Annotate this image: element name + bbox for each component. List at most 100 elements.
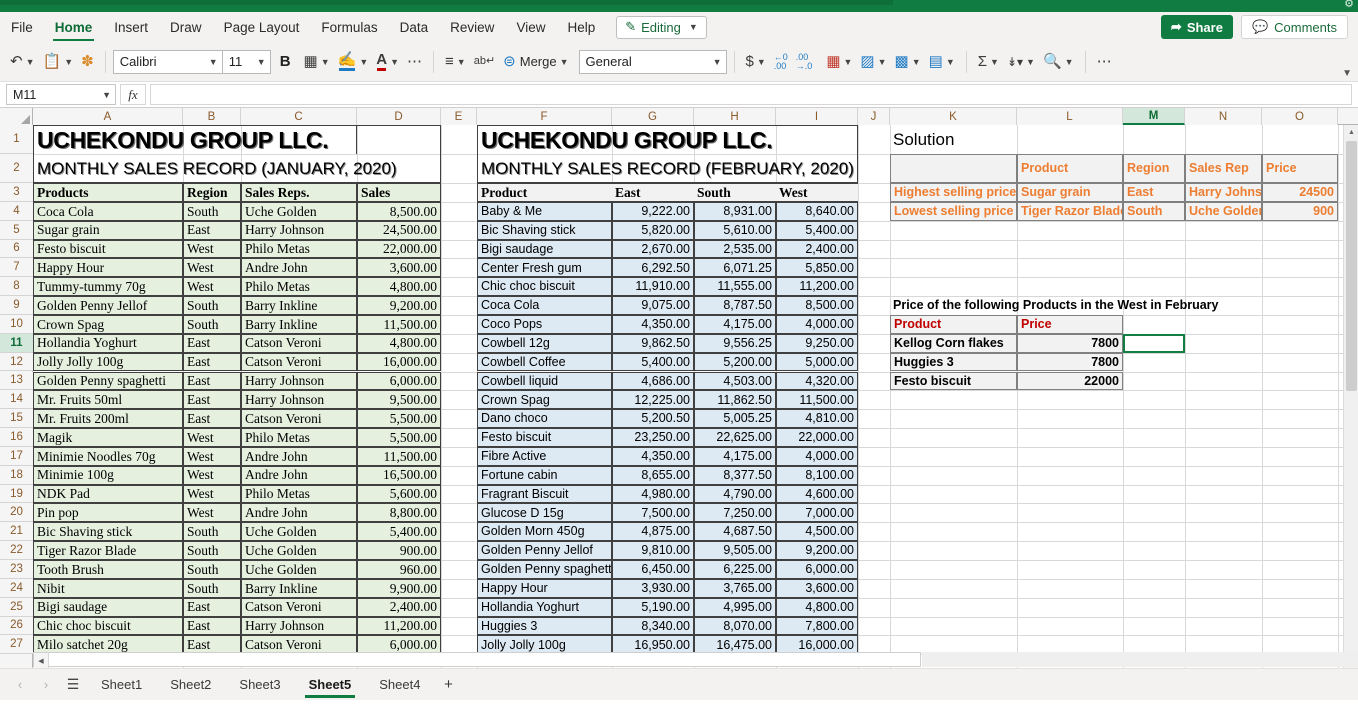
january-cell-r10-cD[interactable]: 11,500.00: [357, 315, 441, 334]
solution-cell-r3-cN[interactable]: Harry Johnson: [1185, 183, 1262, 202]
february-subtitle[interactable]: MONTHLY SALES RECORD (FEBRUARY, 2020): [477, 154, 858, 183]
january-cell-r26-cB[interactable]: East: [183, 617, 241, 636]
february-cell-r6-cF[interactable]: Bigi saudage: [477, 240, 612, 259]
row-header-17[interactable]: 17: [0, 447, 33, 466]
west-cell-r12-cK[interactable]: Huggies 3: [890, 353, 1017, 372]
february-header-1[interactable]: East: [612, 183, 694, 202]
solution-cell-r4-cN[interactable]: Uche Golden: [1185, 202, 1262, 221]
january-cell-r6-cC[interactable]: Philo Metas: [241, 240, 357, 259]
west-cell-r11-cL[interactable]: 7800: [1017, 334, 1123, 353]
sheet-tab-sheet4[interactable]: Sheet4: [366, 670, 433, 700]
column-header-b[interactable]: B: [183, 108, 241, 125]
formula-input[interactable]: [150, 84, 1352, 105]
column-header-c[interactable]: C: [241, 108, 357, 125]
january-cell-r21-cC[interactable]: Uche Golden: [241, 522, 357, 541]
sheet-tab-sheet3[interactable]: Sheet3: [226, 670, 293, 700]
february-cell-r6-cI[interactable]: 2,400.00: [776, 240, 858, 259]
january-cell-r5-cC[interactable]: Harry Johnson: [241, 221, 357, 240]
january-cell-r13-cC[interactable]: Harry Johnson: [241, 372, 357, 391]
january-cell-r6-cA[interactable]: Festo biscuit: [33, 240, 183, 259]
january-cell-r12-cB[interactable]: East: [183, 353, 241, 372]
sheet-tab-sheet1[interactable]: Sheet1: [88, 670, 155, 700]
january-header-2[interactable]: Sales Reps.: [241, 183, 357, 202]
february-cell-r20-cG[interactable]: 7,500.00: [612, 503, 694, 522]
february-cell-r17-cH[interactable]: 4,175.00: [694, 447, 776, 466]
january-cell-r20-cA[interactable]: Pin pop: [33, 503, 183, 522]
january-cell-r9-cD[interactable]: 9,200.00: [357, 296, 441, 315]
row-header-10[interactable]: 10: [0, 315, 33, 334]
february-cell-r4-cI[interactable]: 8,640.00: [776, 202, 858, 221]
ribbon-tab-page-layout[interactable]: Page Layout: [213, 12, 311, 42]
window-controls-icon[interactable]: ⚙: [1344, 0, 1354, 10]
february-cell-r20-cI[interactable]: 7,000.00: [776, 503, 858, 522]
january-cell-r22-cC[interactable]: Uche Golden: [241, 541, 357, 560]
february-cell-r6-cG[interactable]: 2,670.00: [612, 240, 694, 259]
paste-button[interactable]: 📋 ▼: [39, 48, 78, 76]
january-cell-r6-cD[interactable]: 22,000.00: [357, 240, 441, 259]
february-cell-r13-cI[interactable]: 4,320.00: [776, 372, 858, 391]
column-header-a[interactable]: A: [33, 108, 183, 125]
scroll-left-button[interactable]: ◀: [34, 653, 49, 668]
january-cell-r24-cB[interactable]: South: [183, 579, 241, 598]
january-cell-r10-cC[interactable]: Barry Inkline: [241, 315, 357, 334]
vertical-scrollbar[interactable]: ▲ ▼: [1343, 125, 1358, 668]
column-header-j[interactable]: J: [858, 108, 890, 125]
january-cell-r21-cB[interactable]: South: [183, 522, 241, 541]
february-cell-r5-cI[interactable]: 5,400.00: [776, 221, 858, 240]
january-cell-r4-cA[interactable]: Coca Cola: [33, 202, 183, 221]
february-cell-r22-cH[interactable]: 9,505.00: [694, 541, 776, 560]
font-name-select[interactable]: Calibri ▼: [113, 50, 223, 74]
february-cell-r7-cG[interactable]: 6,292.50: [612, 258, 694, 277]
january-cell-r18-cC[interactable]: Andre John: [241, 466, 357, 485]
january-cell-r10-cB[interactable]: South: [183, 315, 241, 334]
january-cell-r24-cD[interactable]: 9,900.00: [357, 579, 441, 598]
january-company-title[interactable]: UCHEKONDU GROUP LLC.: [33, 125, 357, 154]
february-cell-r8-cF[interactable]: Chic choc biscuit: [477, 277, 612, 296]
january-cell-r13-cA[interactable]: Golden Penny spaghetti: [33, 372, 183, 391]
february-cell-r8-cG[interactable]: 11,910.00: [612, 277, 694, 296]
february-cell-r7-cI[interactable]: 5,850.00: [776, 258, 858, 277]
february-cell-r18-cF[interactable]: Fortune cabin: [477, 466, 612, 485]
january-cell-r11-cA[interactable]: Hollandia Yoghurt: [33, 334, 183, 353]
february-cell-r5-cG[interactable]: 5,820.00: [612, 221, 694, 240]
february-cell-r26-cH[interactable]: 8,070.00: [694, 617, 776, 636]
january-header-0[interactable]: Products: [33, 183, 183, 202]
february-cell-r8-cI[interactable]: 11,200.00: [776, 277, 858, 296]
solution-cell-r3-cO[interactable]: 24500: [1262, 183, 1338, 202]
row-header-14[interactable]: 14: [0, 390, 33, 409]
january-cell-r9-cB[interactable]: South: [183, 296, 241, 315]
february-cell-r24-cI[interactable]: 3,600.00: [776, 579, 858, 598]
row-header-26[interactable]: 26: [0, 617, 33, 636]
ribbon-tab-home[interactable]: Home: [44, 12, 104, 42]
january-header-3[interactable]: Sales: [357, 183, 441, 202]
january-cell-r26-cD[interactable]: 11,200.00: [357, 617, 441, 636]
january-cell-r20-cC[interactable]: Andre John: [241, 503, 357, 522]
comments-button[interactable]: 💬 Comments: [1241, 15, 1348, 39]
february-cell-r14-cI[interactable]: 11,500.00: [776, 390, 858, 409]
ribbon-tab-help[interactable]: Help: [556, 12, 606, 42]
february-cell-r22-cG[interactable]: 9,810.00: [612, 541, 694, 560]
january-cell-r16-cA[interactable]: Magik: [33, 428, 183, 447]
solution-cell-r3-cL[interactable]: Sugar grain: [1017, 183, 1123, 202]
january-cell-r8-cD[interactable]: 4,800.00: [357, 277, 441, 296]
february-cell-r22-cI[interactable]: 9,200.00: [776, 541, 858, 560]
january-cell-r22-cD[interactable]: 900.00: [357, 541, 441, 560]
january-cell-r19-cB[interactable]: West: [183, 485, 241, 504]
february-cell-r7-cH[interactable]: 6,071.25: [694, 258, 776, 277]
february-cell-r12-cH[interactable]: 5,200.00: [694, 353, 776, 372]
sheet-tab-sheet5[interactable]: Sheet5: [296, 670, 365, 700]
january-cell-r15-cD[interactable]: 5,500.00: [357, 409, 441, 428]
february-cell-r4-cF[interactable]: Baby & Me: [477, 202, 612, 221]
ribbon-tab-data[interactable]: Data: [389, 12, 440, 42]
row-header-12[interactable]: 12: [0, 353, 33, 372]
january-cell-r8-cA[interactable]: Tummy-tummy 70g: [33, 277, 183, 296]
format-painter-button[interactable]: ✽: [77, 48, 98, 76]
february-cell-r19-cG[interactable]: 4,980.00: [612, 485, 694, 504]
february-cell-r24-cG[interactable]: 3,930.00: [612, 579, 694, 598]
january-cell-r12-cC[interactable]: Catson Veroni: [241, 353, 357, 372]
january-cell-r10-cA[interactable]: Crown Spag: [33, 315, 183, 334]
january-cell-r7-cD[interactable]: 3,600.00: [357, 258, 441, 277]
february-cell-r11-cH[interactable]: 9,556.25: [694, 334, 776, 353]
column-header-d[interactable]: D: [357, 108, 441, 125]
january-cell-r24-cA[interactable]: Nibit: [33, 579, 183, 598]
